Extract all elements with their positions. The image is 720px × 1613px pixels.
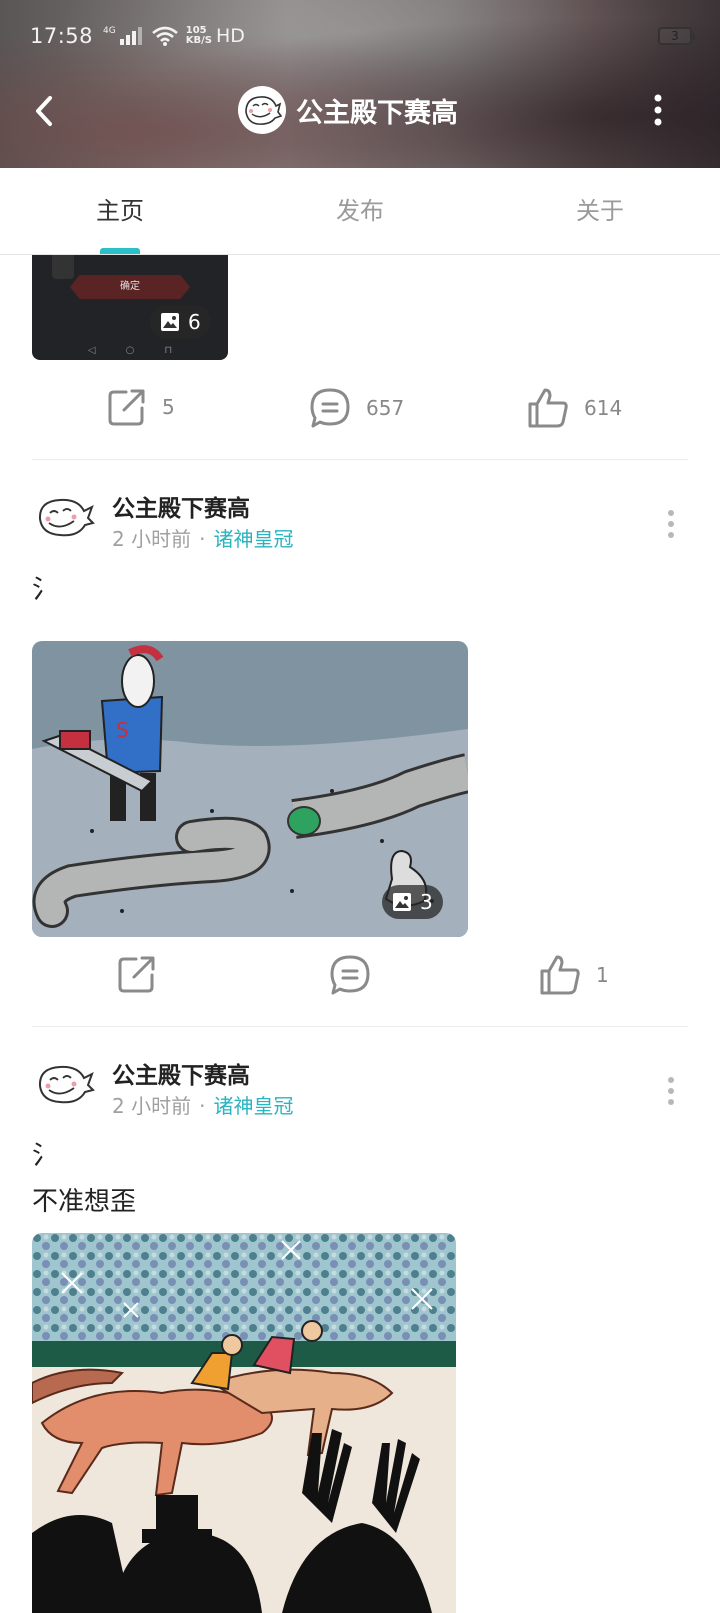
battery-level: 3 — [671, 29, 679, 43]
post-divider — [32, 459, 688, 460]
post-author[interactable]: 公主殿下赛高 — [112, 1056, 250, 1090]
tab-bar: 主页 发布 关于 — [0, 168, 720, 255]
image-icon — [161, 313, 179, 331]
thumbs-up-icon — [540, 955, 580, 995]
battery-icon: 3 — [658, 27, 695, 45]
share-button[interactable]: 5 — [106, 386, 175, 428]
post-time: 2 小时前 — [112, 1094, 192, 1118]
hd-indicator: HD — [215, 25, 245, 47]
post-meta: 2 小时前 · 诸神皇冠 — [112, 527, 294, 551]
post-text: 氵 — [32, 1141, 59, 1171]
post-text: 氵 — [32, 575, 59, 605]
game-tag-link[interactable]: 诸神皇冠 — [213, 1094, 293, 1118]
post-image[interactable]: S 3 — [32, 641, 468, 937]
post-actions: 1 — [0, 953, 720, 1013]
post-author[interactable]: 公主殿下赛高 — [112, 489, 250, 523]
share-icon — [118, 956, 155, 993]
svg-text:S: S — [116, 718, 129, 742]
thumb-confirm-label: 确定 — [70, 275, 190, 299]
comment-icon — [330, 955, 370, 995]
game-icon — [52, 255, 74, 279]
tab-publish[interactable]: 发布 — [240, 168, 480, 254]
page-title: 公主殿下赛高 — [296, 97, 458, 129]
post-text: 不准想歪 — [32, 1187, 137, 1217]
troll-face-avatar-icon[interactable] — [36, 493, 96, 541]
comment-button[interactable] — [328, 953, 386, 997]
post-meta: 2 小时前 · 诸神皇冠 — [112, 1094, 294, 1118]
horse-race-image — [32, 1233, 456, 1613]
tab-about[interactable]: 关于 — [480, 168, 720, 254]
more-vertical-icon[interactable] — [666, 509, 676, 539]
back-arrow-icon[interactable] — [30, 92, 60, 130]
more-vertical-icon[interactable] — [652, 94, 664, 126]
nav-bar: 公主殿下赛高 — [0, 78, 720, 144]
post-image[interactable] — [32, 1233, 456, 1613]
network-speed: 105 KB/S — [185, 25, 212, 46]
status-bar: 17:58 4G 105 KB/S HD 3 — [30, 20, 695, 52]
image-icon — [393, 893, 411, 911]
header-title: 公主殿下赛高 — [238, 86, 458, 134]
comment-icon — [310, 388, 350, 428]
tab-home[interactable]: 主页 — [0, 168, 240, 254]
thumb-nav-bar: ◁ ○ ⊓ — [87, 345, 173, 356]
post-header: 公主殿下赛高 2 小时前 · 诸神皇冠 — [0, 489, 720, 559]
comment-button[interactable]: 657 — [308, 386, 404, 430]
image-count-badge: 3 — [382, 885, 443, 919]
profile-header: 17:58 4G 105 KB/S HD 3 公主殿下赛高 — [0, 0, 720, 168]
image-count-badge: 6 — [150, 305, 211, 339]
signal-icon: 4G — [103, 27, 142, 45]
share-button[interactable] — [116, 953, 172, 995]
share-icon — [108, 389, 145, 426]
post-time: 2 小时前 — [112, 527, 192, 551]
post-image[interactable]: 确定 ◁ ○ ⊓ 6 — [32, 255, 228, 360]
wifi-icon — [151, 26, 178, 46]
status-time: 17:58 — [30, 24, 94, 48]
like-button[interactable]: 1 — [538, 953, 609, 997]
post-divider — [32, 1026, 688, 1027]
troll-face-avatar-icon — [238, 86, 286, 134]
more-vertical-icon[interactable] — [666, 1076, 676, 1106]
post-header: 公主殿下赛高 2 小时前 · 诸神皇冠 — [0, 1056, 720, 1126]
game-tag-link[interactable]: 诸神皇冠 — [213, 527, 293, 551]
thumbs-up-icon — [528, 388, 568, 428]
post-actions: 5 657 614 — [0, 386, 720, 446]
like-button[interactable]: 614 — [526, 386, 622, 430]
troll-face-avatar-icon[interactable] — [36, 1060, 96, 1108]
